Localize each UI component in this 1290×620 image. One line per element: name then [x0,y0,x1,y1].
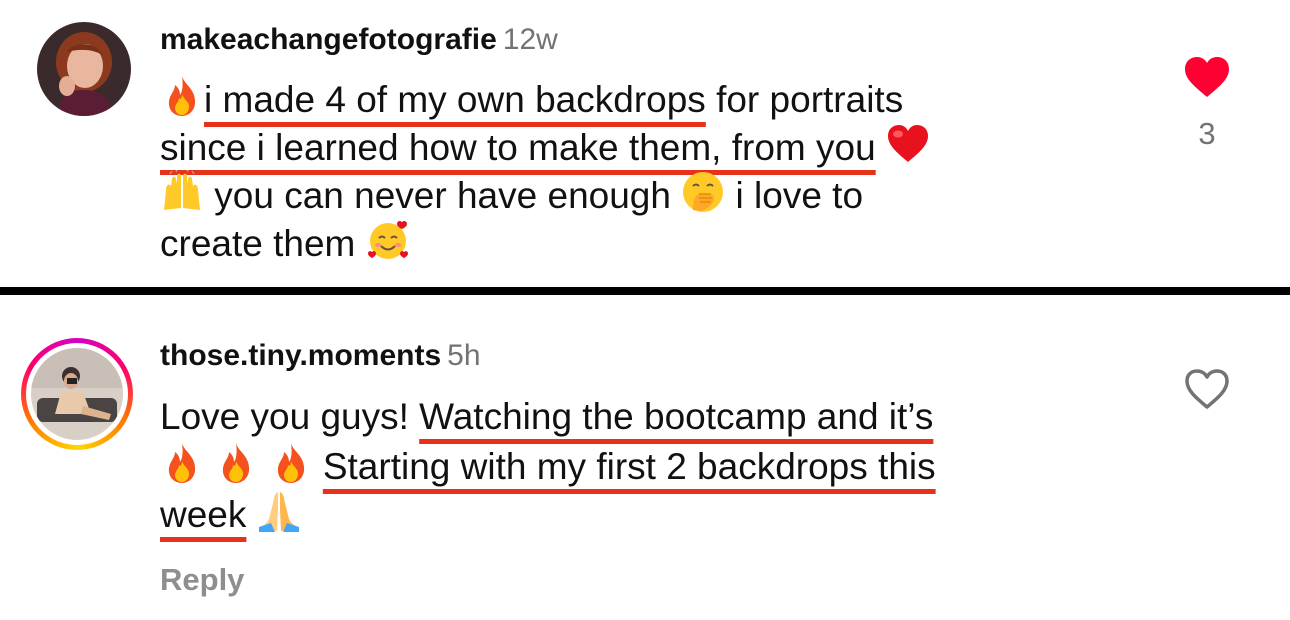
fire-emoji [269,441,313,485]
like-button[interactable] [1182,367,1232,411]
username[interactable]: makeachangefotografie [160,23,497,56]
avatar[interactable] [37,22,131,116]
heart-outline-icon [1185,369,1229,409]
profile-photo-icon [37,22,131,116]
timestamp: 5h [447,339,481,372]
comment-line: week [160,489,936,537]
fire-emoji [214,441,258,485]
comment-item: makeachangefotografie 12w i made 4 of my … [0,0,1290,287]
like-button[interactable]: 3 [1182,55,1232,152]
underlined-text: Watching the bootcamp and it’s [419,396,934,437]
raising-hands-emoji [160,170,204,214]
comment-item: those.tiny.moments 5h Love you guys! Watc… [0,295,1290,620]
divider [0,287,1290,295]
story-ring[interactable] [21,338,133,450]
reply-button[interactable]: Reply [160,562,244,598]
profile-photo-icon [31,348,123,440]
comment-line: Love you guys! Watching the bootcamp and… [160,393,936,441]
fire-emoji [160,441,204,485]
text-segment: create them [160,223,366,264]
comment-line: Starting with my first 2 backdrops this [160,441,936,489]
underlined-text: i made 4 of my own backdrops [204,79,706,120]
comment-header: makeachangefotografie 12w [160,22,558,58]
heart-filled-icon [1185,57,1229,97]
folded-hands-emoji [257,489,301,533]
comment-text: Love you guys! Watching the bootcamp and… [160,393,936,537]
text-segment: for portraits [705,79,904,120]
comment-line: create them [160,218,930,266]
comment-line: you can never have enough i love to [160,170,930,218]
avatar[interactable] [31,348,123,440]
underlined-text: since i learned how to make them, from y… [160,127,876,168]
like-count: 3 [1198,116,1216,151]
text-segment: i love to [725,175,864,216]
hand-over-mouth-emoji [681,170,725,214]
text-segment: you can never have enough [204,175,682,216]
comment-line: i made 4 of my own backdrops for portrai… [160,74,930,122]
comment-text: i made 4 of my own backdrops for portrai… [160,74,930,266]
comment-line: since i learned how to make them, from y… [160,122,930,170]
comment-header: those.tiny.moments 5h [160,338,481,374]
underlined-text: Starting with my first 2 backdrops this [322,446,936,487]
text-segment: Love you guys! [160,396,420,437]
username[interactable]: those.tiny.moments [160,339,441,372]
underlined-text: week [160,494,247,535]
red-heart-emoji [886,122,930,166]
timestamp: 12w [502,23,558,56]
smiling-face-with-hearts-emoji [366,218,410,262]
fire-emoji [160,74,204,118]
